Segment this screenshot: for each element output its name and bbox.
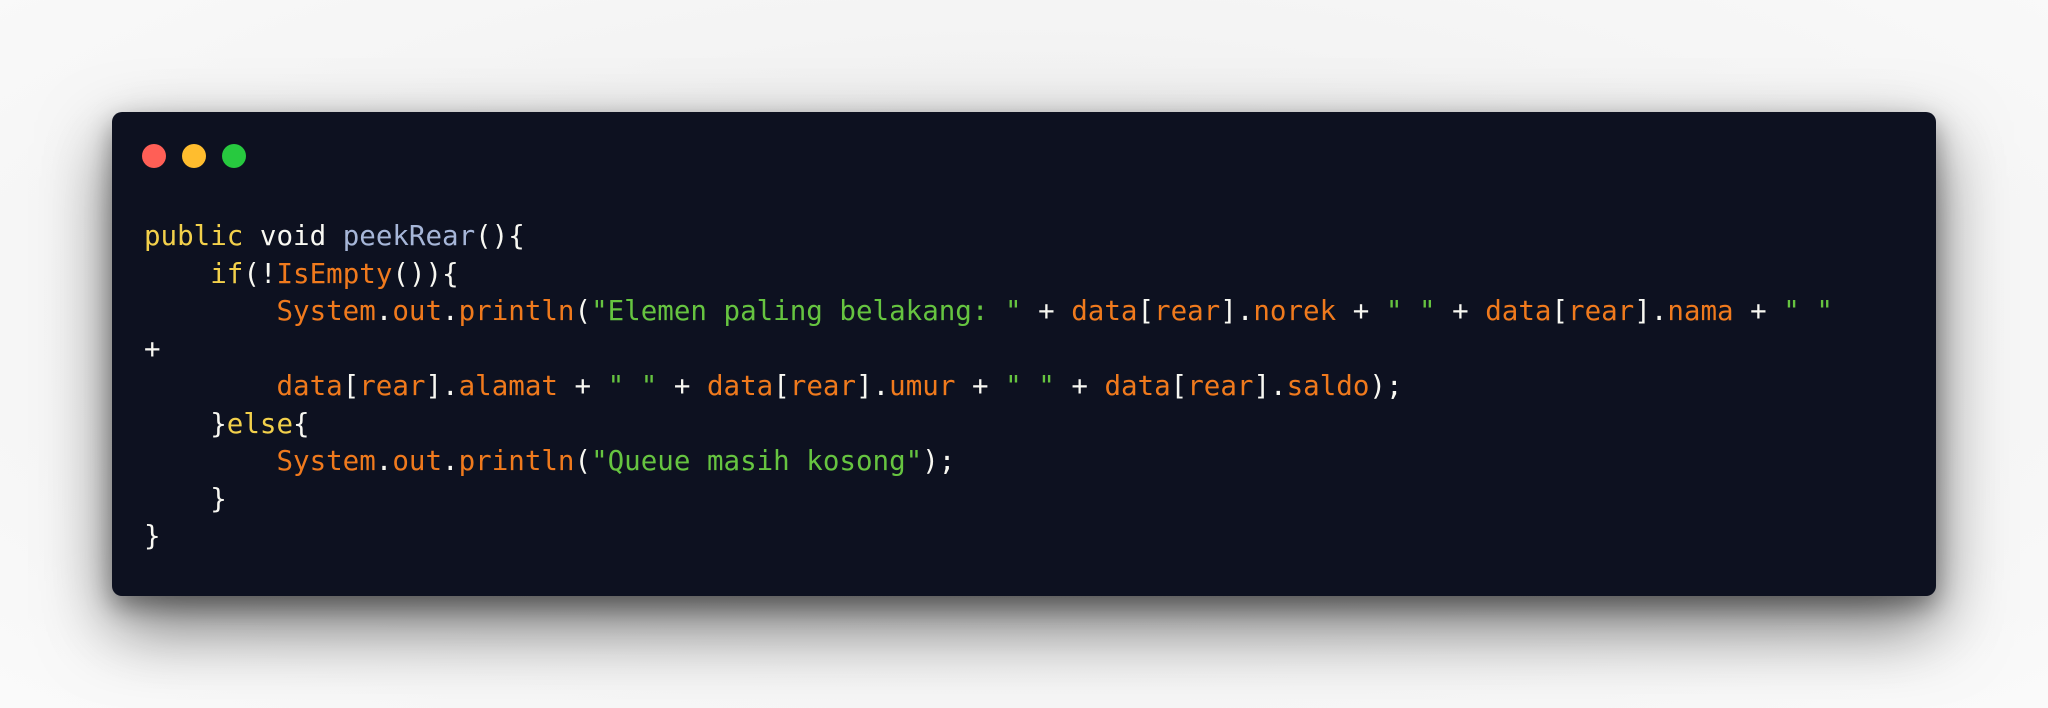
code-line: }: [210, 482, 227, 515]
maximize-dot-icon[interactable]: [222, 144, 246, 168]
code-line: }else{: [210, 407, 310, 440]
minimize-dot-icon[interactable]: [182, 144, 206, 168]
code-line: if(!IsEmpty()){: [210, 257, 459, 290]
code-line: System.out.println("Elemen paling belaka…: [276, 295, 1833, 327]
code-block: public void peekRear(){ if(!IsEmpty()){ …: [144, 218, 1833, 556]
code-window: public void peekRear(){ if(!IsEmpty()){ …: [112, 112, 1936, 596]
code-line: public void peekRear(){: [144, 220, 525, 252]
code-line: }: [144, 520, 161, 552]
code-line: +: [144, 332, 161, 365]
code-line: data[rear].alamat + " " + data[rear].umu…: [276, 370, 1403, 402]
close-dot-icon[interactable]: [142, 144, 166, 168]
code-line: System.out.println("Queue masih kosong")…: [276, 445, 956, 477]
